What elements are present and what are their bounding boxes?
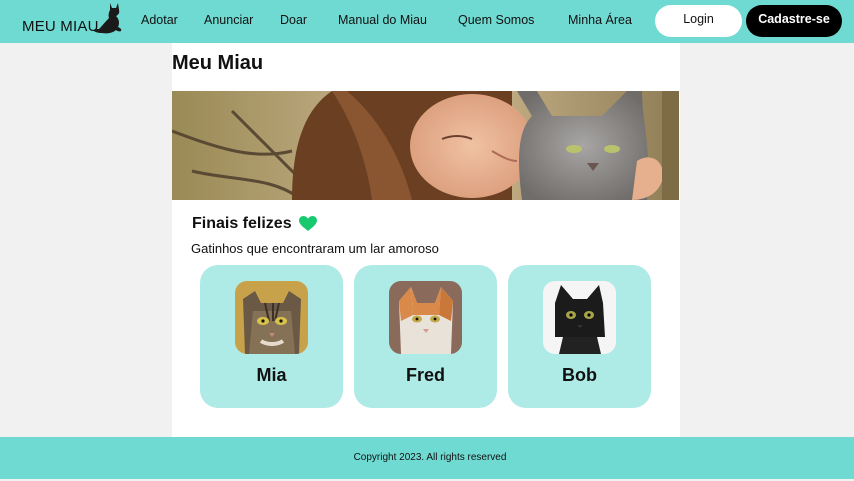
nav-adotar[interactable]: Adotar — [141, 13, 178, 27]
section-title-text: Finais felizes — [192, 215, 292, 232]
cat-photo — [235, 281, 308, 354]
signup-button[interactable]: Cadastre-se — [746, 5, 842, 37]
section-title: Finais felizes — [192, 215, 317, 233]
main-content: Meu Miau Finais felizes Gatinhos que enc… — [172, 43, 680, 437]
logo-text: MEU MIAU — [22, 18, 99, 35]
header: MEU MIAU Adotar Anunciar Doar Manual do … — [0, 0, 854, 43]
copyright-text: Copyright 2023. All rights reserved — [353, 452, 507, 463]
cat-name: Bob — [562, 365, 597, 385]
hero-image — [172, 91, 679, 200]
logo[interactable]: MEU MIAU — [22, 3, 123, 35]
cat-card-fred[interactable]: Fred — [354, 265, 497, 408]
nav-doar[interactable]: Doar — [280, 13, 307, 27]
cat-card-bob[interactable]: Bob — [508, 265, 651, 408]
section-subtitle: Gatinhos que encontraram um lar amoroso — [191, 241, 439, 256]
cat-photo — [389, 281, 462, 354]
page-title: Meu Miau — [172, 52, 264, 74]
cat-name: Mia — [256, 365, 287, 385]
nav-minha-area[interactable]: Minha Área — [568, 13, 632, 27]
nav-manual-do-miau[interactable]: Manual do Miau — [338, 13, 427, 27]
login-button[interactable]: Login — [655, 5, 742, 37]
cat-silhouette-icon — [93, 3, 121, 34]
cat-photo — [543, 281, 616, 354]
nav-quem-somos[interactable]: Quem Somos — [458, 13, 534, 27]
green-heart-icon — [298, 216, 317, 231]
cat-card-mia[interactable]: Mia — [200, 265, 343, 408]
footer: Copyright 2023. All rights reserved — [0, 437, 854, 479]
nav-anunciar[interactable]: Anunciar — [204, 13, 253, 27]
cat-name: Fred — [405, 365, 445, 385]
